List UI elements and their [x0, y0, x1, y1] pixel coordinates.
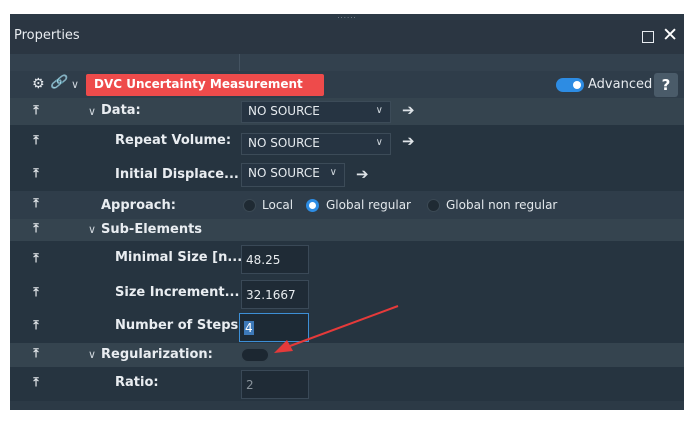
size-increment-row: ⤒ Size Increment... 32.1667: [10, 277, 684, 311]
chevron-down-icon[interactable]: ∨: [88, 223, 96, 236]
approach-global-regular-label: Global regular: [326, 198, 411, 212]
column-separator[interactable]: [239, 54, 240, 71]
minimal-size-label: Minimal Size [n...: [115, 250, 243, 265]
pin-icon[interactable]: ⤒: [31, 221, 41, 236]
approach-local-radio[interactable]: [243, 199, 256, 212]
initial-displacement-label: Initial Displace...: [115, 167, 239, 182]
size-increment-label: Size Increment...: [115, 285, 240, 300]
selected-text: 4: [244, 321, 254, 335]
number-of-steps-row: ⤒ Number of Steps: 4: [10, 311, 684, 343]
repeat-volume-select[interactable]: NO SOURCE ∨: [241, 133, 391, 155]
pin-icon[interactable]: ⤒: [31, 285, 41, 300]
approach-global-non-regular-label: Global non regular: [446, 198, 558, 212]
regularization-row: ⤒ ∨ Regularization:: [10, 343, 684, 367]
pin-icon[interactable]: ⤒: [31, 375, 41, 390]
approach-global-non-regular-radio[interactable]: [427, 199, 440, 212]
pin-icon[interactable]: ⤒: [31, 133, 41, 148]
size-increment-input[interactable]: 32.1667: [241, 280, 309, 309]
properties-panel: ...... Properties ✕ ⚙ 🔗 ∨ DVC Uncertaint…: [10, 14, 684, 410]
minimal-size-input[interactable]: 48.25: [241, 245, 309, 274]
ratio-label: Ratio:: [115, 375, 159, 390]
approach-global-regular-radio[interactable]: [306, 199, 319, 212]
arrow-right-icon[interactable]: ➔: [402, 132, 415, 150]
ratio-row: ⤒ Ratio: 2: [10, 367, 684, 401]
object-name-field[interactable]: DVC Uncertainty Measurement: [86, 74, 324, 96]
column-header: [10, 54, 684, 71]
select-value: NO SOURCE: [248, 166, 320, 180]
chevron-down-icon: ∨: [375, 137, 383, 148]
chevron-down-icon: ∨: [375, 105, 383, 116]
pin-icon[interactable]: ⤒: [31, 346, 41, 361]
arrow-right-icon[interactable]: ➔: [356, 165, 369, 183]
data-label: Data:: [101, 103, 141, 118]
select-value: NO SOURCE: [248, 104, 320, 118]
help-button[interactable]: ?: [654, 73, 678, 97]
sub-elements-label: Sub-Elements: [101, 222, 203, 237]
minimal-size-row: ⤒ Minimal Size [n... 48.25: [10, 241, 684, 277]
panel-title: Properties: [14, 28, 80, 43]
advanced-toggle[interactable]: [556, 78, 584, 92]
data-source-select[interactable]: NO SOURCE ∨: [241, 101, 391, 123]
close-icon[interactable]: ✕: [662, 24, 678, 46]
repeat-volume-row: ⤒ Repeat Volume: NO SOURCE ∨ ➔: [10, 125, 684, 158]
number-of-steps-input[interactable]: 4: [239, 313, 309, 342]
arrow-right-icon[interactable]: ➔: [402, 101, 415, 119]
pin-icon[interactable]: ⤒: [31, 318, 41, 333]
chevron-down-icon[interactable]: ∨: [71, 78, 79, 91]
data-row: ⤒ ∨ Data: NO SOURCE ∨ ➔: [10, 98, 684, 125]
approach-label: Approach:: [101, 198, 176, 213]
regularization-toggle[interactable]: [241, 348, 269, 362]
chevron-down-icon: ∨: [329, 167, 337, 178]
toggle-knob: [573, 81, 581, 89]
select-value: NO SOURCE: [248, 136, 320, 150]
advanced-label: Advanced: [588, 77, 653, 92]
pin-icon[interactable]: ⤒: [31, 166, 41, 181]
initial-displacement-row: ⤒ Initial Displace... NO SOURCE ∨ ➔: [10, 158, 684, 191]
repeat-volume-label: Repeat Volume:: [115, 133, 232, 148]
maximize-icon[interactable]: [642, 31, 654, 43]
pin-icon[interactable]: ⤒: [31, 196, 41, 211]
link-icon[interactable]: 🔗: [50, 75, 66, 90]
title-bar: Properties ✕: [10, 20, 684, 54]
gear-icon[interactable]: ⚙: [32, 76, 45, 92]
sub-elements-row: ⤒ ∨ Sub-Elements: [10, 219, 684, 241]
approach-row: ⤒ Approach: Local Global regular Global …: [10, 191, 684, 219]
regularization-label: Regularization:: [101, 347, 213, 362]
object-header-row: ⚙ 🔗 ∨ DVC Uncertainty Measurement Advanc…: [10, 71, 684, 98]
approach-local-label: Local: [262, 198, 294, 212]
pin-icon[interactable]: ⤒: [31, 251, 41, 266]
ratio-input[interactable]: 2: [241, 370, 309, 399]
chevron-down-icon[interactable]: ∨: [88, 105, 96, 118]
pin-icon[interactable]: ⤒: [31, 103, 41, 118]
number-of-steps-label: Number of Steps:: [115, 318, 244, 333]
initial-displacement-select[interactable]: NO SOURCE ∨: [241, 163, 345, 187]
chevron-down-icon[interactable]: ∨: [88, 348, 96, 361]
